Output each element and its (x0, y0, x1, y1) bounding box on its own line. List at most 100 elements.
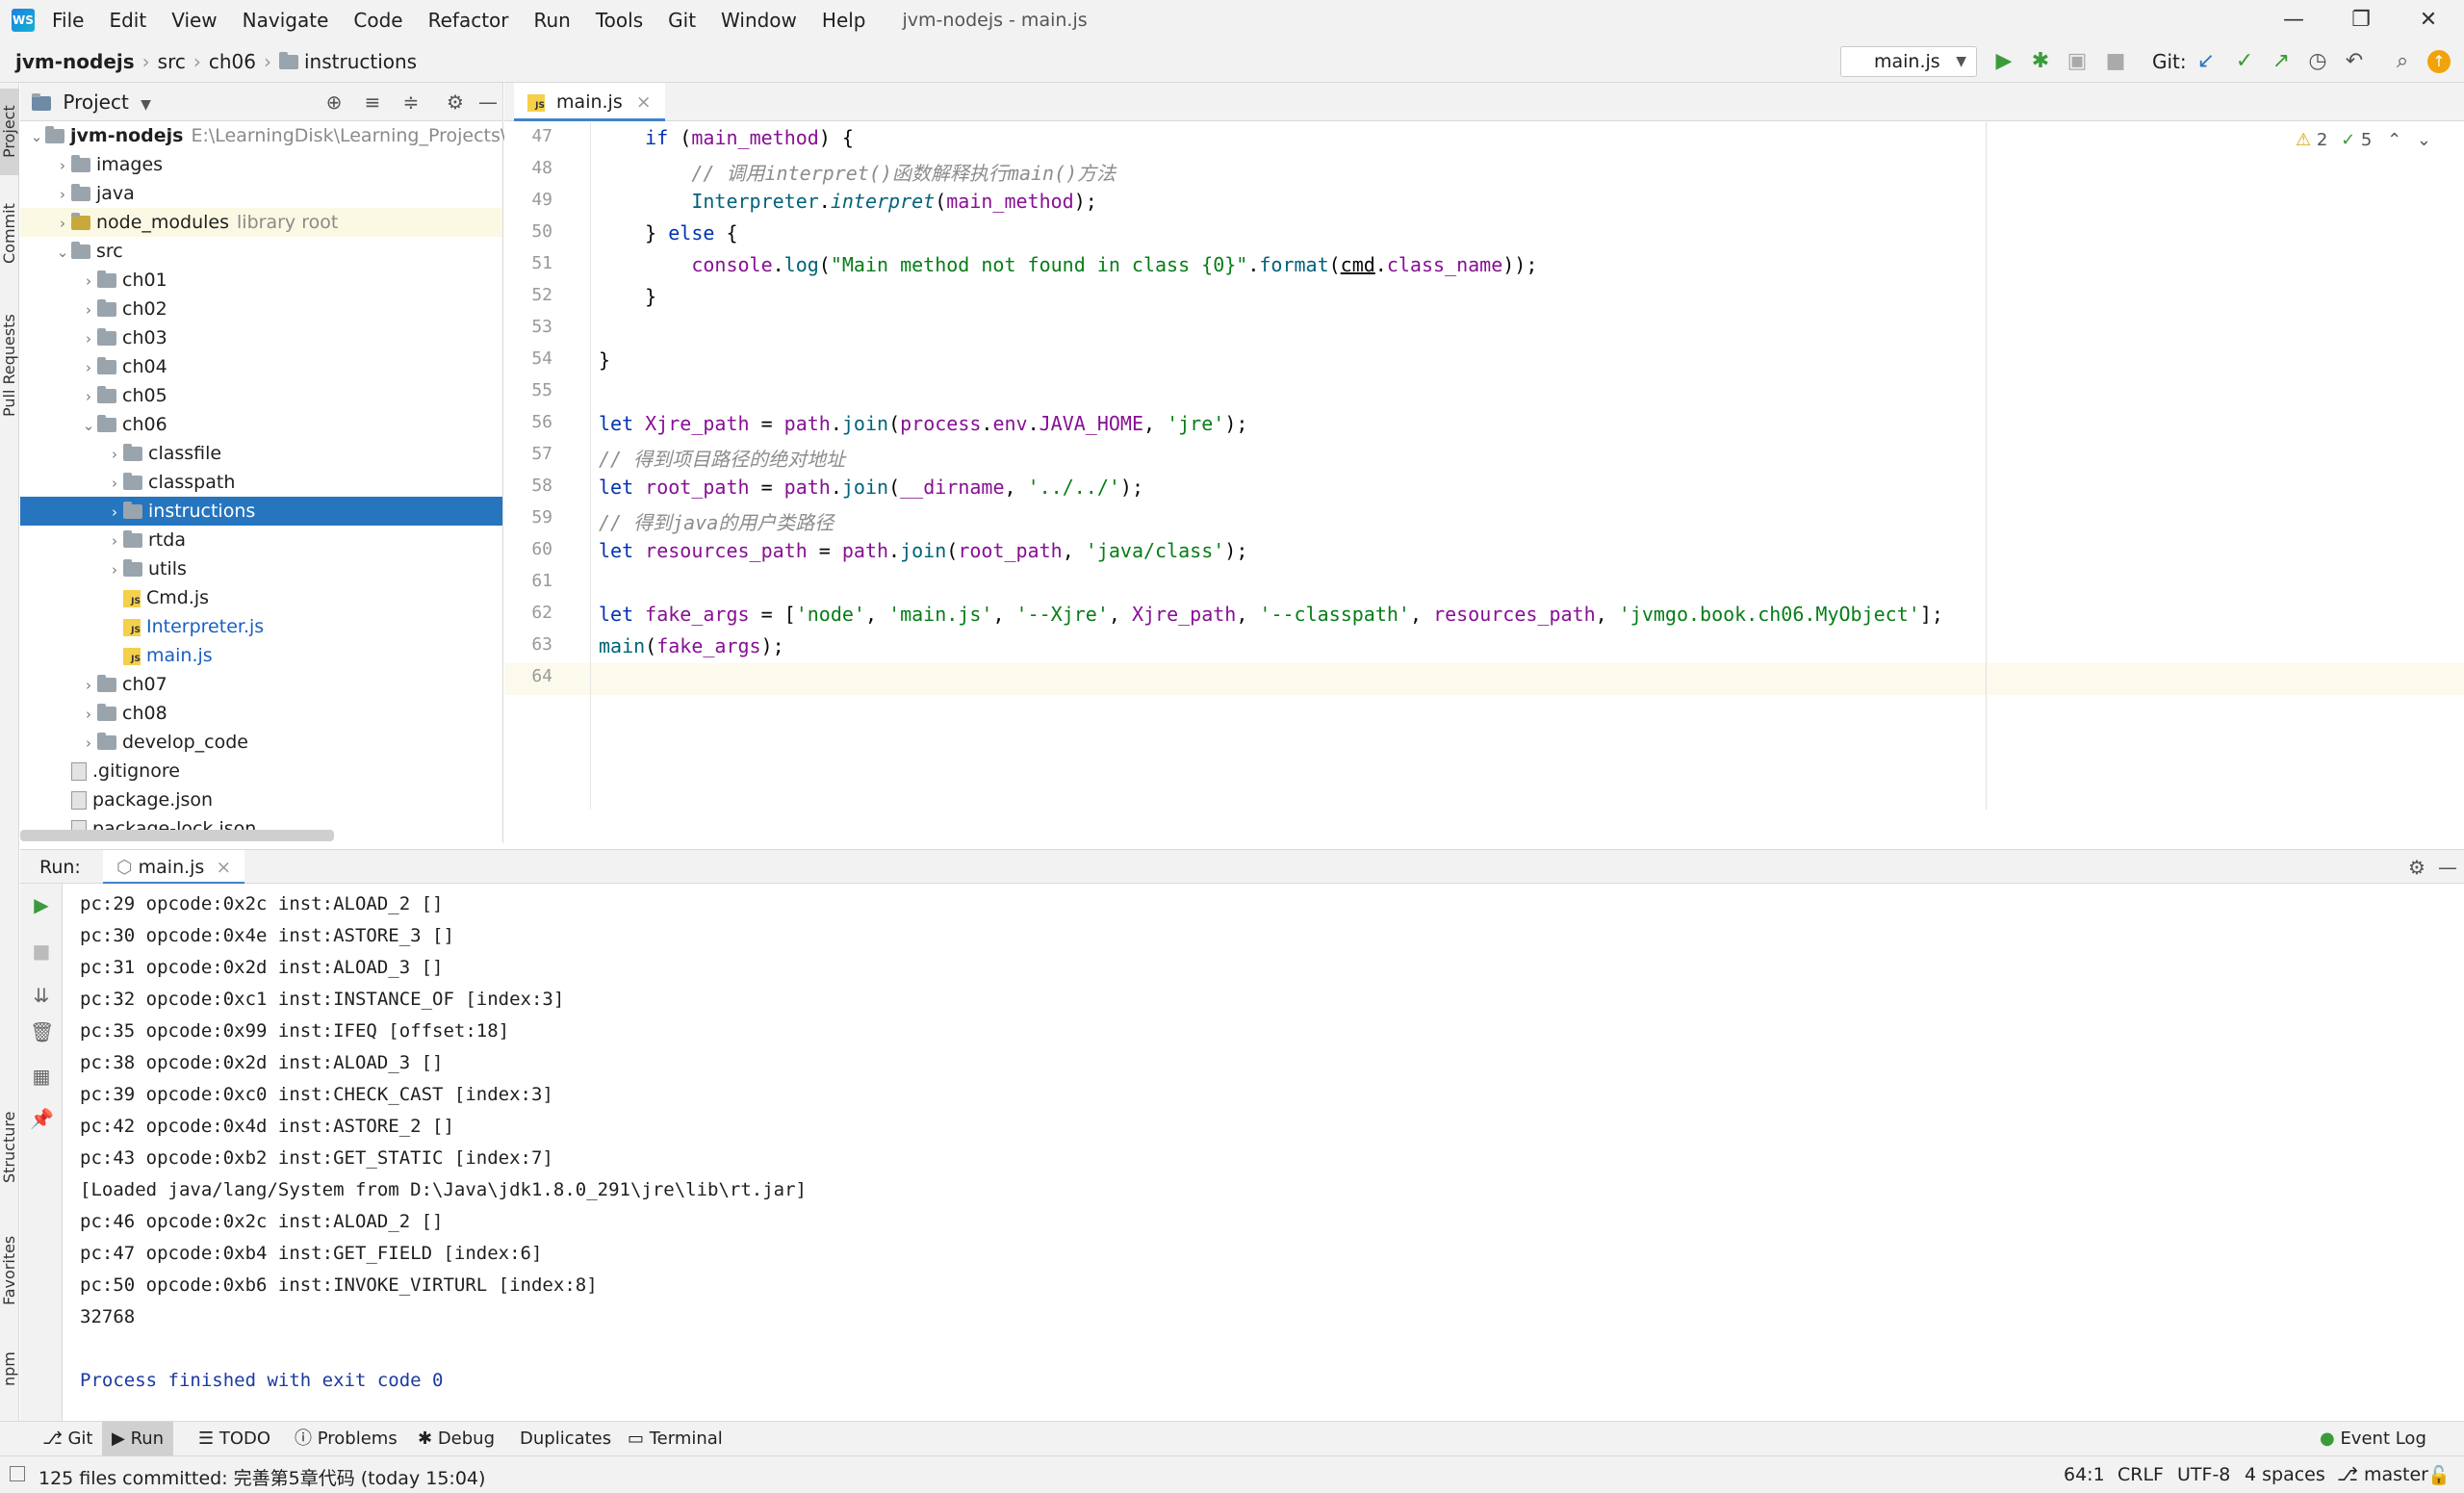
code-line[interactable]: Interpreter.interpret(main_method); (599, 190, 1096, 213)
tree-item[interactable]: JS main.js (20, 641, 502, 670)
tree-item[interactable]: › images (20, 150, 502, 179)
tool-tab-commit[interactable]: Commit (0, 191, 19, 277)
tool-terminal-button[interactable]: ▭ Terminal (618, 1422, 732, 1456)
inspection-widget[interactable]: ⚠ 2 ✓ 5 ⌃ ⌄ (2296, 130, 2431, 150)
tree-item[interactable]: › classfile (20, 439, 502, 468)
menu-navigate[interactable]: Navigate (243, 9, 329, 32)
tree-item[interactable]: .gitignore (20, 757, 502, 785)
tool-run-button[interactable]: ▶ Run (102, 1422, 174, 1456)
horizontal-scrollbar[interactable] (20, 830, 334, 841)
tree-item[interactable]: › node_modules library root (20, 208, 502, 237)
breadcrumb-instructions[interactable]: instructions (304, 50, 417, 73)
chevron-down-icon[interactable]: ⌄ (28, 122, 45, 151)
panel-toggle-icon[interactable] (10, 1466, 25, 1481)
tree-item[interactable]: › rtda (20, 526, 502, 554)
tree-item[interactable]: ⌄ ch06 (20, 410, 502, 439)
tree-item[interactable]: › classpath (20, 468, 502, 497)
chevron-right-icon[interactable]: › (80, 671, 97, 700)
menu-code[interactable]: Code (353, 9, 402, 32)
menu-file[interactable]: File (52, 9, 84, 32)
menu-refactor[interactable]: Refactor (428, 9, 509, 32)
breadcrumb-ch06[interactable]: ch06 (209, 50, 256, 73)
chevron-right-icon[interactable]: › (80, 267, 97, 296)
code-line[interactable]: // 调用interpret()函数解释执行main()方法 (599, 158, 1116, 186)
chevron-right-icon[interactable]: › (106, 527, 123, 555)
tree-item[interactable]: JS Interpreter.js (20, 612, 502, 641)
tab-main-js[interactable]: JS main.js × (514, 83, 665, 121)
minimize-button[interactable]: — (2260, 0, 2327, 40)
chevron-right-icon[interactable]: › (80, 353, 97, 382)
tool-tab-favorites[interactable]: Favorites (0, 1223, 19, 1319)
code-line[interactable]: main(fake_args); (599, 634, 784, 657)
trash-icon[interactable]: 🗑 (30, 1020, 54, 1043)
tool-tab-npm[interactable]: npm (0, 1340, 19, 1398)
chevron-right-icon[interactable]: › (80, 324, 97, 353)
tree-item[interactable]: › ch03 (20, 323, 502, 352)
layout-icon[interactable]: ▦ (30, 1065, 53, 1088)
close-tab-icon[interactable]: × (216, 857, 231, 878)
update-icon[interactable]: ↑ (2427, 50, 2451, 73)
code-line[interactable]: } (599, 285, 656, 308)
stop-icon[interactable]: ■ (2102, 48, 2129, 75)
code-line[interactable]: let root_path = path.join(__dirname, '..… (599, 476, 1143, 499)
tool-tab-pull-requests[interactable]: Pull Requests (0, 298, 19, 433)
rerun-icon[interactable]: ▶ (30, 893, 53, 916)
collapse-all-icon[interactable]: ≑ (399, 90, 423, 114)
indent-setting[interactable]: 4 spaces (2245, 1464, 2325, 1485)
tree-item[interactable]: › ch08 (20, 699, 502, 728)
tree-item[interactable]: › utils (20, 554, 502, 583)
coverage-icon[interactable]: ▣ (2064, 48, 2091, 75)
tree-item[interactable]: package.json (20, 785, 502, 814)
tool-debug-button[interactable]: ✱ Debug (408, 1422, 504, 1456)
close-tab-icon[interactable]: × (636, 91, 652, 113)
code-line[interactable]: console.log("Main method not found in cl… (599, 253, 1537, 276)
tool-problems-button[interactable]: ⓘ Problems (285, 1422, 407, 1456)
tree-item[interactable]: › java (20, 179, 502, 208)
menu-tools[interactable]: Tools (596, 9, 643, 32)
chevron-right-icon[interactable]: › (80, 296, 97, 324)
tool-todo-button[interactable]: ☰ TODO (189, 1422, 280, 1456)
chevron-right-icon[interactable]: › (54, 151, 71, 180)
chevron-right-icon[interactable]: › (106, 469, 123, 498)
close-button[interactable]: ✕ (2395, 0, 2462, 40)
line-separator[interactable]: CRLF (2118, 1464, 2164, 1485)
chevron-down-icon[interactable]: ⌄ (2417, 130, 2431, 150)
tool-duplicates-button[interactable]: Duplicates (510, 1422, 621, 1456)
tool-git-button[interactable]: ⎇ Git (33, 1422, 102, 1456)
code-editor[interactable]: 47 48 49 50 51 52 53 54 55 56 57 58 59 60 61 62 63 64 if … (504, 122, 2464, 810)
menu-run[interactable]: Run (534, 9, 571, 32)
git-branch[interactable]: ⎇ master (2337, 1464, 2428, 1485)
tree-item[interactable]: JS Cmd.js (20, 583, 502, 612)
search-icon[interactable]: ⌕ (2389, 48, 2416, 75)
tree-item[interactable]: ⌄ jvm-nodejs E:\LearningDisk\Learning_Proj… (20, 121, 523, 151)
code-line[interactable]: let fake_args = ['node', 'main.js', '--X… (599, 603, 1943, 626)
history-icon[interactable]: ◷ (2304, 48, 2331, 75)
chevron-right-icon[interactable]: › (106, 440, 123, 469)
hide-icon[interactable]: — (476, 90, 500, 114)
chevron-down-icon[interactable]: ⌄ (80, 411, 97, 440)
lock-icon[interactable]: 🔓 (2427, 1464, 2451, 1486)
run-icon[interactable]: ▶ (1990, 48, 2017, 75)
event-log-button[interactable]: ● Event Log (2310, 1422, 2436, 1456)
chevron-right-icon[interactable]: › (80, 729, 97, 758)
pin-icon[interactable]: 📌 (30, 1107, 54, 1130)
chevron-right-icon[interactable]: › (106, 555, 123, 584)
file-encoding[interactable]: UTF-8 (2177, 1464, 2230, 1485)
code-line[interactable]: let resources_path = path.join(root_path… (599, 539, 1247, 562)
scroll-to-end-icon[interactable]: ⇊ (30, 984, 53, 1007)
git-push-icon[interactable]: ↗ (2268, 48, 2295, 75)
tree-item[interactable]: › instructions (20, 497, 502, 526)
hide-icon[interactable]: — (2436, 856, 2459, 879)
tree-item[interactable]: › ch01 (20, 266, 502, 295)
breadcrumb-src[interactable]: src (158, 50, 186, 73)
gear-icon[interactable]: ⚙ (444, 90, 467, 114)
gear-icon[interactable]: ⚙ (2405, 856, 2428, 879)
restore-button[interactable]: ❐ (2327, 0, 2395, 40)
chevron-up-icon[interactable]: ⌃ (2387, 130, 2401, 150)
chevron-right-icon[interactable]: › (106, 498, 123, 527)
git-commit-icon[interactable]: ✓ (2231, 48, 2258, 75)
expand-all-icon[interactable]: ≡ (361, 90, 384, 114)
debug-icon[interactable]: ✱ (2027, 48, 2054, 75)
menu-edit[interactable]: Edit (109, 9, 146, 32)
run-configuration-select[interactable]: main.js ▼ (1840, 46, 1977, 77)
